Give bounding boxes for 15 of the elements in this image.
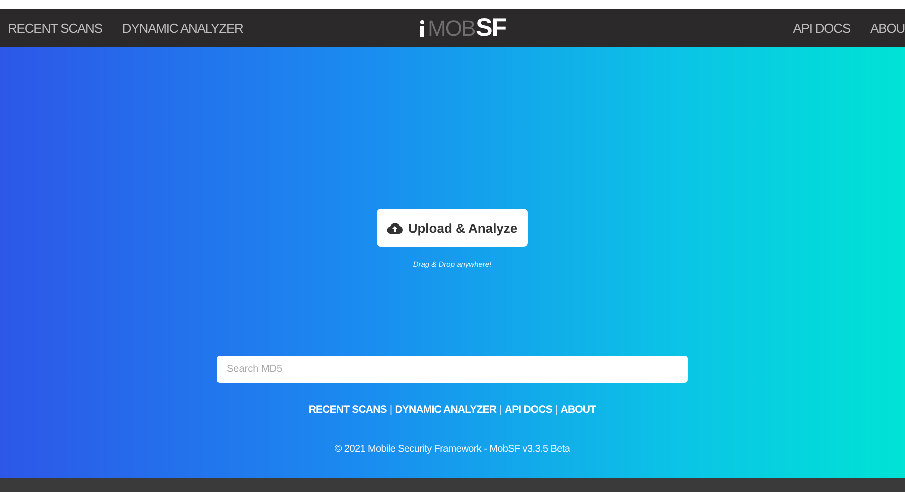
nav-link[interactable]: ABOU [870, 20, 905, 36]
cloud-upload-icon [387, 222, 404, 234]
logo-text: MOB [428, 16, 476, 42]
logo-mark-icon [420, 20, 425, 38]
upload-button[interactable]: Upload & Analyze [377, 209, 528, 247]
nav-link[interactable]: API DOCS [793, 20, 851, 36]
footer-link[interactable]: RECENT SCANS [308, 404, 387, 416]
nav-link[interactable]: RECENT SCANS [8, 20, 102, 36]
search-field[interactable]: Search MD5 [217, 356, 688, 383]
link-separator: | [555, 404, 558, 416]
logo-text: SF [476, 14, 506, 43]
nav-link[interactable]: DYNAMIC ANALYZER [122, 20, 244, 36]
copyright-text: © 2021 Mobile Security Framework - MobSF v3.3.5 Beta [334, 444, 570, 455]
link-separator: | [390, 404, 392, 416]
link-separator: | [500, 404, 502, 416]
